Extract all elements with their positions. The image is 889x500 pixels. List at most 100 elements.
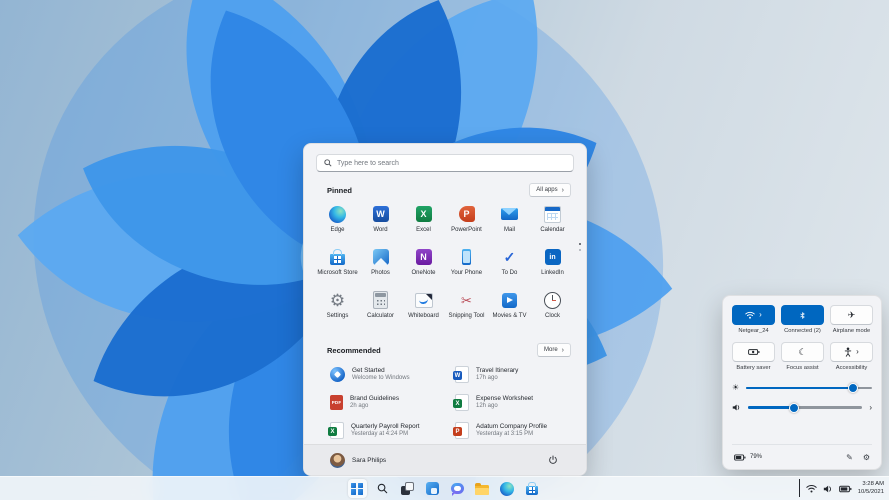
bluetooth-tile[interactable] bbox=[781, 305, 824, 325]
pinned-page-dots[interactable] bbox=[579, 243, 581, 251]
word-doc-icon: W bbox=[455, 366, 469, 383]
pinned-app-mail[interactable]: Mail bbox=[488, 201, 531, 244]
taskbar-store-button[interactable] bbox=[523, 479, 542, 498]
chat-bubble-icon bbox=[451, 483, 464, 494]
pinned-app-powerpoint[interactable]: P PowerPoint bbox=[445, 201, 488, 244]
chevron-right-icon: › bbox=[562, 187, 564, 194]
quick-settings-panel: › Netgear_24 Connected (2) ✈ Airplane mo… bbox=[722, 295, 882, 470]
tray-battery-icon[interactable] bbox=[839, 485, 852, 493]
wifi-tile[interactable]: › bbox=[732, 305, 775, 325]
battery-status[interactable]: 79% bbox=[734, 454, 762, 461]
pinned-app-excel[interactable]: X Excel bbox=[402, 201, 445, 244]
recommended-item[interactable]: W Travel Itinerary 17h ago bbox=[455, 363, 574, 385]
user-profile-button[interactable]: Sara Philips bbox=[330, 453, 386, 468]
recommended-item[interactable]: P Adatum Company Profile Yesterday at 3:… bbox=[455, 419, 574, 441]
pinned-app-edge[interactable]: Edge bbox=[316, 201, 359, 244]
start-button[interactable] bbox=[348, 479, 367, 498]
calculator-icon bbox=[370, 290, 392, 310]
pinned-app-movies-tv[interactable]: Movies & TV bbox=[488, 287, 531, 330]
recommended-item-subtitle: 2h ago bbox=[350, 403, 399, 409]
pinned-app-microsoft-store[interactable]: Microsoft Store bbox=[316, 244, 359, 287]
todo-check-icon: ✓ bbox=[499, 247, 521, 267]
recommended-item-subtitle: Welcome to Windows bbox=[352, 375, 410, 381]
pinned-app-photos[interactable]: Photos bbox=[359, 244, 402, 287]
recommended-item[interactable]: X Expense Worksheet 12h ago bbox=[455, 391, 574, 413]
excel-doc-icon: X bbox=[455, 394, 469, 411]
app-label: Settings bbox=[327, 313, 349, 319]
tray-time: 3:28 AM bbox=[858, 481, 884, 489]
app-label: Calendar bbox=[540, 227, 564, 233]
desktop[interactable]: { "icons": { "chevron_right": "›", "gear… bbox=[0, 0, 889, 500]
chevron-right-icon: › bbox=[856, 348, 859, 356]
focus-assist-label: Focus assist bbox=[786, 365, 818, 371]
airplane-mode-tile[interactable]: ✈ bbox=[830, 305, 873, 325]
folder-icon bbox=[475, 485, 489, 495]
airplane-icon: ✈ bbox=[848, 311, 856, 320]
recommended-item-title: Adatum Company Profile bbox=[476, 423, 547, 430]
scissors-icon: ✂ bbox=[456, 290, 478, 310]
recommended-item[interactable]: Get Started Welcome to Windows bbox=[330, 363, 449, 385]
edit-quick-settings-button[interactable]: ✎ bbox=[846, 453, 853, 462]
tray-wifi-icon[interactable] bbox=[806, 484, 817, 493]
pinned-app-to-do[interactable]: ✓ To Do bbox=[488, 244, 531, 287]
app-label: Excel bbox=[416, 227, 431, 233]
settings-shortcut-button[interactable]: ⚙ bbox=[863, 453, 870, 462]
pinned-app-word[interactable]: W Word bbox=[359, 201, 402, 244]
brightness-slider[interactable] bbox=[746, 387, 872, 390]
word-icon: W bbox=[370, 204, 392, 224]
widgets-button[interactable] bbox=[423, 479, 442, 498]
pinned-app-linkedin[interactable]: in LinkedIn bbox=[531, 244, 574, 287]
battery-saver-tile[interactable] bbox=[732, 342, 775, 362]
all-apps-button[interactable]: All apps › bbox=[529, 183, 571, 197]
more-button[interactable]: More › bbox=[537, 343, 571, 357]
pinned-app-your-phone[interactable]: Your Phone bbox=[445, 244, 488, 287]
chat-button[interactable] bbox=[448, 479, 467, 498]
recommended-item[interactable]: X Quarterly Payroll Report Yesterday at … bbox=[330, 419, 449, 441]
chevron-right-icon: › bbox=[759, 311, 762, 319]
pinned-app-calculator[interactable]: Calculator bbox=[359, 287, 402, 330]
speaker-icon bbox=[732, 403, 741, 412]
bluetooth-label: Connected (2) bbox=[784, 328, 821, 334]
taskbar-search-button[interactable] bbox=[373, 479, 392, 498]
power-button[interactable] bbox=[546, 453, 560, 467]
all-apps-label: All apps bbox=[536, 187, 557, 193]
app-label: Mail bbox=[504, 227, 515, 233]
app-label: PowerPoint bbox=[451, 227, 482, 233]
taskbar-edge-button[interactable] bbox=[498, 479, 517, 498]
ppt-doc-icon: P bbox=[455, 422, 469, 439]
volume-slider[interactable] bbox=[748, 406, 862, 409]
file-explorer-button[interactable] bbox=[473, 479, 492, 498]
search-placeholder: Type here to search bbox=[337, 160, 399, 167]
search-input[interactable]: Type here to search bbox=[316, 154, 574, 172]
pinned-app-whiteboard[interactable]: Whiteboard bbox=[402, 287, 445, 330]
chevron-right-icon[interactable]: › bbox=[869, 404, 872, 412]
recommended-item-title: Quarterly Payroll Report bbox=[351, 423, 420, 430]
calendar-icon bbox=[542, 204, 564, 224]
app-label: Movies & TV bbox=[493, 313, 527, 319]
tray-speaker-icon[interactable] bbox=[823, 484, 833, 494]
battery-saver-label: Battery saver bbox=[736, 365, 770, 371]
clock-icon bbox=[542, 290, 564, 310]
focus-assist-tile[interactable]: ☾ bbox=[781, 342, 824, 362]
app-label: OneNote bbox=[411, 270, 435, 276]
mail-icon bbox=[499, 204, 521, 224]
brightness-slider-thumb[interactable] bbox=[848, 383, 858, 393]
pinned-app-snipping-tool[interactable]: ✂ Snipping Tool bbox=[445, 287, 488, 330]
pinned-app-clock[interactable]: Clock bbox=[531, 287, 574, 330]
app-label: Edge bbox=[330, 227, 344, 233]
pinned-app-calendar[interactable]: Calendar bbox=[531, 201, 574, 244]
pinned-app-onenote[interactable]: N OneNote bbox=[402, 244, 445, 287]
task-view-button[interactable] bbox=[398, 479, 417, 498]
pinned-title: Pinned bbox=[327, 186, 352, 195]
pinned-apps-grid: Edge W Word X Excel P PowerPoint Mail Ca… bbox=[316, 201, 574, 330]
recommended-item[interactable]: PDF Brand Guidelines 2h ago bbox=[330, 391, 449, 413]
volume-slider-thumb[interactable] bbox=[789, 403, 799, 413]
windows-logo-icon bbox=[351, 483, 363, 495]
power-icon bbox=[548, 455, 558, 465]
pinned-app-settings[interactable]: ⚙ Settings bbox=[316, 287, 359, 330]
photos-icon bbox=[370, 247, 392, 267]
accessibility-tile[interactable]: › bbox=[830, 342, 873, 362]
tray-overflow-button[interactable] bbox=[799, 480, 800, 498]
accessibility-icon bbox=[844, 347, 852, 357]
clock-date-button[interactable]: 3:28 AM 10/5/2021 bbox=[858, 481, 884, 497]
